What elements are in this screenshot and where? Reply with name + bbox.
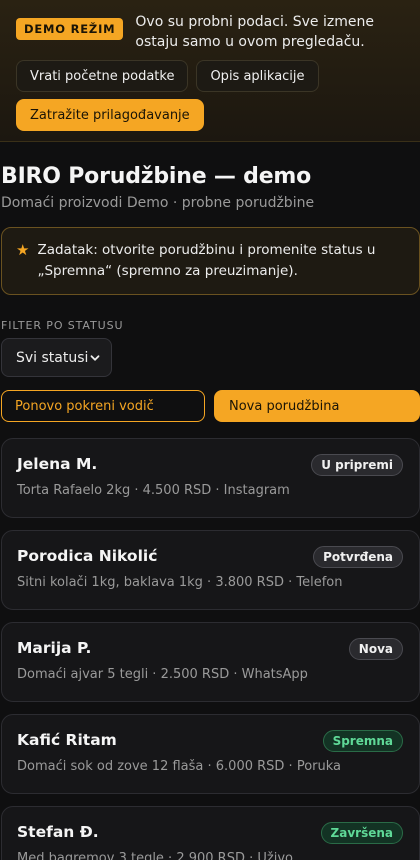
star-icon: ★	[16, 241, 30, 259]
banner-top: DEMO REŽIM Ovo su probni podaci. Sve izm…	[16, 12, 404, 52]
about-app-button[interactable]: Opis aplikacije	[196, 60, 319, 92]
task-text: Zadatak: otvorite porudžbinu i promenite…	[37, 242, 376, 279]
order-details: Domaći ajvar 5 tegli · 2.500 RSD · Whats…	[17, 667, 308, 682]
status-filter-select[interactable]: Svi statusi	[1, 338, 112, 377]
demo-notice-text: Ovo su probni podaci. Sve izmene ostaju …	[135, 14, 374, 50]
action-row: Ponovo pokreni vodič Nova porudžbina	[1, 390, 420, 422]
order-card[interactable]: Marija P. Domaći ajvar 5 tegli · 2.500 R…	[1, 622, 420, 702]
reset-data-button[interactable]: Vrati početne podatke	[16, 60, 189, 92]
order-card[interactable]: Stefan Đ. Med bagremov 3 tegle · 2.900 R…	[1, 806, 420, 860]
page-subtitle: Domaći proizvodi Demo · probne porudžbin…	[1, 195, 315, 211]
order-details: Med bagremov 3 tegle · 2.900 RSD · Uživo	[17, 851, 293, 860]
status-filter-value: Svi statusi	[16, 349, 89, 366]
status-badge: U pripremi	[311, 454, 403, 476]
order-details: Torta Rafaelo 2kg · 4.500 RSD · Instagra…	[17, 483, 290, 498]
order-card[interactable]: Jelena M. Torta Rafaelo 2kg · 4.500 RSD …	[1, 438, 420, 518]
page-title: BIRO Porudžbine — demo	[1, 164, 312, 189]
status-badge: Završena	[320, 822, 403, 844]
status-badge: Spremna	[322, 730, 403, 752]
new-order-button[interactable]: Nova porudžbina	[214, 390, 420, 422]
demo-banner: DEMO REŽIM Ovo su probni podaci. Sve izm…	[0, 0, 420, 142]
status-badge: Nova	[348, 638, 403, 660]
order-customer-name: Marija P.	[17, 639, 92, 657]
order-list: Jelena M. Torta Rafaelo 2kg · 4.500 RSD …	[1, 438, 420, 860]
demo-mode-badge: DEMO REŽIM	[16, 18, 124, 40]
order-card[interactable]: Porodica Nikolić Sitni kolači 1kg, bakla…	[1, 530, 420, 610]
banner-actions: Vrati početne podatke Opis aplikacije	[16, 60, 404, 92]
restart-guide-button[interactable]: Ponovo pokreni vodič	[1, 390, 205, 422]
status-badge: Potvrđena	[313, 546, 403, 568]
chevron-down-icon	[90, 354, 100, 361]
task-box: ★ Zadatak: otvorite porudžbinu i promeni…	[1, 227, 420, 295]
request-customization-button[interactable]: Zatražite prilagođavanje	[16, 99, 204, 131]
order-card[interactable]: Kafić Ritam Domaći sok od zove 12 flaša …	[1, 714, 420, 794]
order-details: Domaći sok od zove 12 flaša · 6.000 RSD …	[17, 759, 341, 774]
filter-label: FILTER PO STATUSU	[1, 319, 124, 332]
order-details: Sitni kolači 1kg, baklava 1kg · 3.800 RS…	[17, 575, 343, 590]
